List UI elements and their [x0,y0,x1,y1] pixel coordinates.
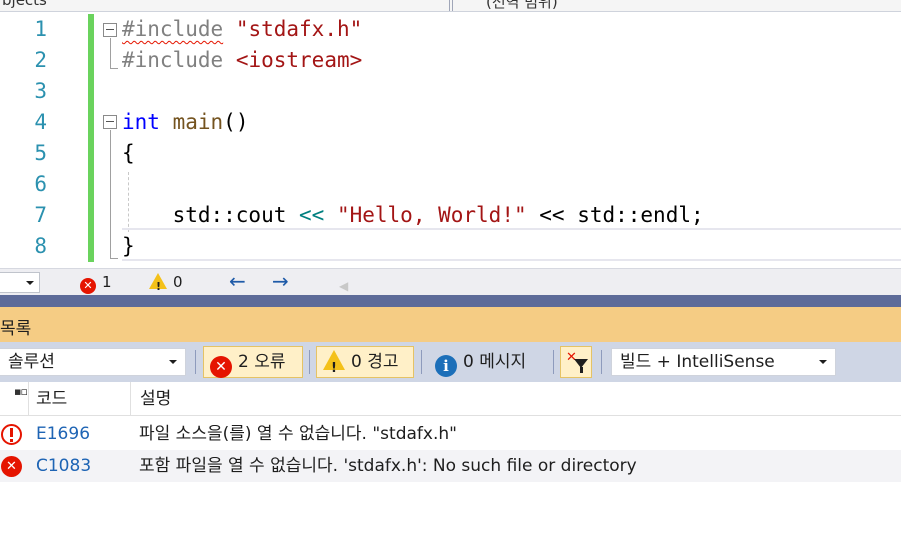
errors-filter-label: 2 오류 [238,352,286,372]
table-row[interactable]: ✕ C1083 포함 파일을 열 수 없습니다. 'stdafx.h': No … [0,450,901,482]
include-header: <iostream> [235,48,363,72]
preprocessor-directive: #include [122,48,224,72]
outline-line [110,38,111,68]
error-icon: ✕ [80,278,96,294]
warnings-filter-button[interactable]: ! 0 경고 [316,346,414,378]
error-code: E1696 [36,424,91,444]
outline-line [110,68,118,69]
toolbar-separator [195,350,196,374]
code-editor[interactable]: 1 2 3 4 5 6 7 8 #include "stdafx.h" #inc… [0,12,901,268]
chevron-down-icon [819,360,827,364]
line-number: 6 [34,172,47,196]
errors-filter-button[interactable]: ✕ 2 오류 [203,346,303,378]
table-row[interactable]: E1696 파일 소스을(를) 열 수 없습니다. "stdafx.h" [0,418,901,450]
pane-splitter[interactable] [0,295,901,307]
code-line[interactable]: } [122,231,135,262]
warning-count: 0 [173,273,183,291]
line-number: 3 [34,79,47,103]
preprocessor-directive: #include [122,17,224,41]
code-line[interactable]: #include "stdafx.h" [122,14,362,45]
error-icon: ✕ [210,356,232,378]
include-header: "stdafx.h" [235,17,363,41]
warning-icon: ! [149,273,167,293]
warnings-filter-label: 0 경고 [351,352,399,372]
info-icon: i [435,355,457,377]
keyword: int [122,110,160,134]
change-tracking-bar [88,14,94,262]
column-header-description[interactable]: 설명 [130,382,901,416]
code-operator: << [526,203,578,227]
outline-line [110,130,111,258]
zoom-dropdown[interactable] [0,272,40,293]
code-line[interactable]: int main() [122,107,248,138]
line-number: 5 [34,141,47,165]
function-name: main [172,110,224,134]
scope-filter-label: 솔루션 [8,352,55,372]
messages-filter-label: 0 메시지 [463,352,527,372]
line-number: 2 [34,48,47,72]
error-description: 파일 소스을(를) 열 수 없습니다. "stdafx.h" [139,424,457,444]
error-count-indicator[interactable]: ✕ 1 [80,272,112,294]
outline-line [110,258,118,259]
build-source-label: 빌드 + IntelliSense [620,352,775,372]
warning-icon: ! [323,350,345,376]
filter-errors-button[interactable]: ✕ [560,346,592,378]
scope-filter-dropdown[interactable]: 솔루션 [0,348,186,376]
funnel-stem [580,367,583,373]
line-number: 7 [34,203,47,227]
string-literal: "Hello, World!" [336,203,527,227]
toolbar-separator [421,350,422,374]
project-dropdown[interactable]: bjects [0,0,450,11]
messages-filter-button[interactable]: i 0 메시지 [428,346,548,378]
code-line[interactable]: { [122,138,135,169]
error-description: 포함 파일을 열 수 없습니다. 'stdafx.h': No such fil… [139,456,637,476]
error-count: 1 [102,273,112,291]
code-line[interactable]: std::cout << "Hello, World!" << std::end… [122,200,704,231]
code-identifier: std::endl; [577,203,704,227]
code-brace: { [122,141,135,165]
line-number-gutter: 1 2 3 4 5 6 7 8 [0,12,88,268]
navigate-back-arrow-icon[interactable]: ← [229,271,246,292]
toolbar-separator [309,350,310,374]
error-outline-icon [1,424,22,445]
code-brace: } [122,234,135,258]
build-source-dropdown[interactable]: 빌드 + IntelliSense [611,348,836,376]
error-list-title-bar[interactable]: 목록 [0,307,901,342]
column-header-code[interactable]: 코드 [28,382,130,416]
chevron-down-icon [169,360,177,364]
scope-dropdown-label[interactable]: (전역 범위) [486,0,558,11]
navigate-forward-arrow-icon[interactable]: → [272,271,289,292]
sort-icon[interactable]: ▪▫ [14,385,28,398]
line-number: 4 [34,110,47,134]
current-line-highlight [122,259,901,261]
toolbar-separator [601,350,602,374]
warning-count-indicator[interactable]: ! 0 [149,272,183,293]
editor-status-bar: ✕ 1 ! 0 ← → ◀ [0,268,901,295]
scroll-left-arrow-icon[interactable]: ◀ [339,276,348,297]
code-operator: << [299,203,325,227]
code-identifier: std::cout [122,203,300,227]
error-list-title: 목록 [0,319,32,339]
project-dropdown-label: bjects [2,0,47,9]
collapse-toggle-icon[interactable] [103,23,117,37]
error-list-toolbar: 솔루션 ✕ 2 오류 ! 0 경고 i 0 메시지 ✕ 빌드 + IntelliSen… [0,342,901,382]
error-list-header: ▪▫ 코드 설명 [0,382,901,416]
line-number: 8 [34,234,47,258]
chevron-down-icon [26,281,34,285]
toolbar-separator [553,350,554,374]
error-code: C1083 [36,456,92,476]
collapse-toggle-icon[interactable] [103,115,117,129]
navigation-bar-divider [452,0,456,11]
error-icon: ✕ [1,456,22,477]
code-line[interactable]: #include <iostream> [122,45,362,76]
navigation-bar: bjects (전역 범위) [0,0,901,12]
code-punctuation: () [223,110,249,134]
line-number: 1 [34,17,47,41]
